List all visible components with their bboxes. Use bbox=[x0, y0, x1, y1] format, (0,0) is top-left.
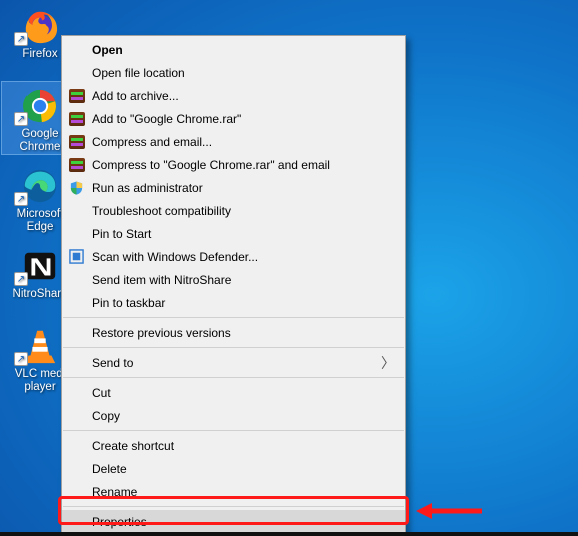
rar-icon bbox=[68, 156, 85, 173]
menu-item-label: Scan with Windows Defender... bbox=[92, 250, 258, 264]
desktop-icon-label: VLC medi player bbox=[15, 368, 66, 394]
menu-item-label: Pin to taskbar bbox=[92, 296, 165, 310]
shortcut-arrow-icon: ↗ bbox=[14, 32, 28, 46]
menu-item-create-shortcut[interactable]: Create shortcut bbox=[62, 434, 405, 457]
annotation-arrow-icon bbox=[414, 498, 484, 524]
menu-item-properties[interactable]: Properties bbox=[62, 510, 405, 533]
menu-item-add-to-rar[interactable]: Add to "Google Chrome.rar" bbox=[62, 107, 405, 130]
menu-item-label: Cut bbox=[92, 386, 111, 400]
menu-item-compress-to-rar-email[interactable]: Compress to "Google Chrome.rar" and emai… bbox=[62, 153, 405, 176]
menu-item-compress-email[interactable]: Compress and email... bbox=[62, 130, 405, 153]
menu-separator bbox=[63, 506, 404, 507]
menu-item-label: Properties bbox=[92, 515, 147, 529]
menu-item-run-as-admin[interactable]: Run as administrator bbox=[62, 176, 405, 199]
rar-icon bbox=[68, 133, 85, 150]
menu-item-label: Compress to "Google Chrome.rar" and emai… bbox=[92, 158, 330, 172]
menu-item-send-nitroshare[interactable]: Send item with NitroShare bbox=[62, 268, 405, 291]
menu-item-delete[interactable]: Delete bbox=[62, 457, 405, 480]
rar-icon bbox=[68, 87, 85, 104]
menu-item-label: Send item with NitroShare bbox=[92, 273, 231, 287]
desktop-icon-label: Microsoft Edge bbox=[17, 208, 64, 234]
menu-item-open-file-location[interactable]: Open file location bbox=[62, 61, 405, 84]
menu-item-label: Compress and email... bbox=[92, 135, 212, 149]
taskbar bbox=[0, 532, 578, 536]
menu-item-label: Add to "Google Chrome.rar" bbox=[92, 112, 241, 126]
shortcut-arrow-icon: ↗ bbox=[14, 272, 28, 286]
menu-separator bbox=[63, 317, 404, 318]
menu-item-label: Add to archive... bbox=[92, 89, 179, 103]
submenu-arrow-icon: 〉 bbox=[381, 353, 395, 373]
shortcut-arrow-icon: ↗ bbox=[14, 112, 28, 126]
menu-item-send-to[interactable]: Send to 〉 bbox=[62, 351, 405, 374]
menu-item-rename[interactable]: Rename bbox=[62, 480, 405, 503]
defender-icon bbox=[68, 248, 85, 265]
menu-item-label: Open file location bbox=[92, 66, 185, 80]
menu-item-troubleshoot[interactable]: Troubleshoot compatibility bbox=[62, 199, 405, 222]
menu-separator bbox=[63, 347, 404, 348]
menu-item-restore-versions[interactable]: Restore previous versions bbox=[62, 321, 405, 344]
menu-item-open[interactable]: Open bbox=[62, 38, 405, 61]
rar-icon bbox=[68, 110, 85, 127]
desktop-icon-label: NitroShare bbox=[13, 288, 68, 301]
shortcut-arrow-icon: ↗ bbox=[14, 192, 28, 206]
menu-separator bbox=[63, 377, 404, 378]
menu-item-label: Open bbox=[92, 43, 123, 57]
menu-item-label: Create shortcut bbox=[92, 439, 174, 453]
shortcut-arrow-icon: ↗ bbox=[14, 352, 28, 366]
menu-item-pin-to-start[interactable]: Pin to Start bbox=[62, 222, 405, 245]
menu-item-label: Restore previous versions bbox=[92, 326, 231, 340]
menu-item-label: Rename bbox=[92, 485, 137, 499]
menu-item-add-to-archive[interactable]: Add to archive... bbox=[62, 84, 405, 107]
menu-item-label: Copy bbox=[92, 409, 120, 423]
context-menu: Open Open file location Add to archive..… bbox=[61, 35, 406, 536]
menu-item-label: Send to bbox=[92, 356, 133, 370]
shield-icon bbox=[68, 179, 85, 196]
menu-separator bbox=[63, 430, 404, 431]
menu-item-scan-defender[interactable]: Scan with Windows Defender... bbox=[62, 245, 405, 268]
desktop-icon-label: Firefox bbox=[22, 48, 57, 61]
menu-item-label: Run as administrator bbox=[92, 181, 203, 195]
menu-item-label: Pin to Start bbox=[92, 227, 151, 241]
menu-item-copy[interactable]: Copy bbox=[62, 404, 405, 427]
desktop-icon-label: Google Chrome bbox=[20, 128, 61, 154]
menu-item-label: Troubleshoot compatibility bbox=[92, 204, 231, 218]
menu-item-label: Delete bbox=[92, 462, 127, 476]
menu-item-cut[interactable]: Cut bbox=[62, 381, 405, 404]
menu-item-pin-taskbar[interactable]: Pin to taskbar bbox=[62, 291, 405, 314]
